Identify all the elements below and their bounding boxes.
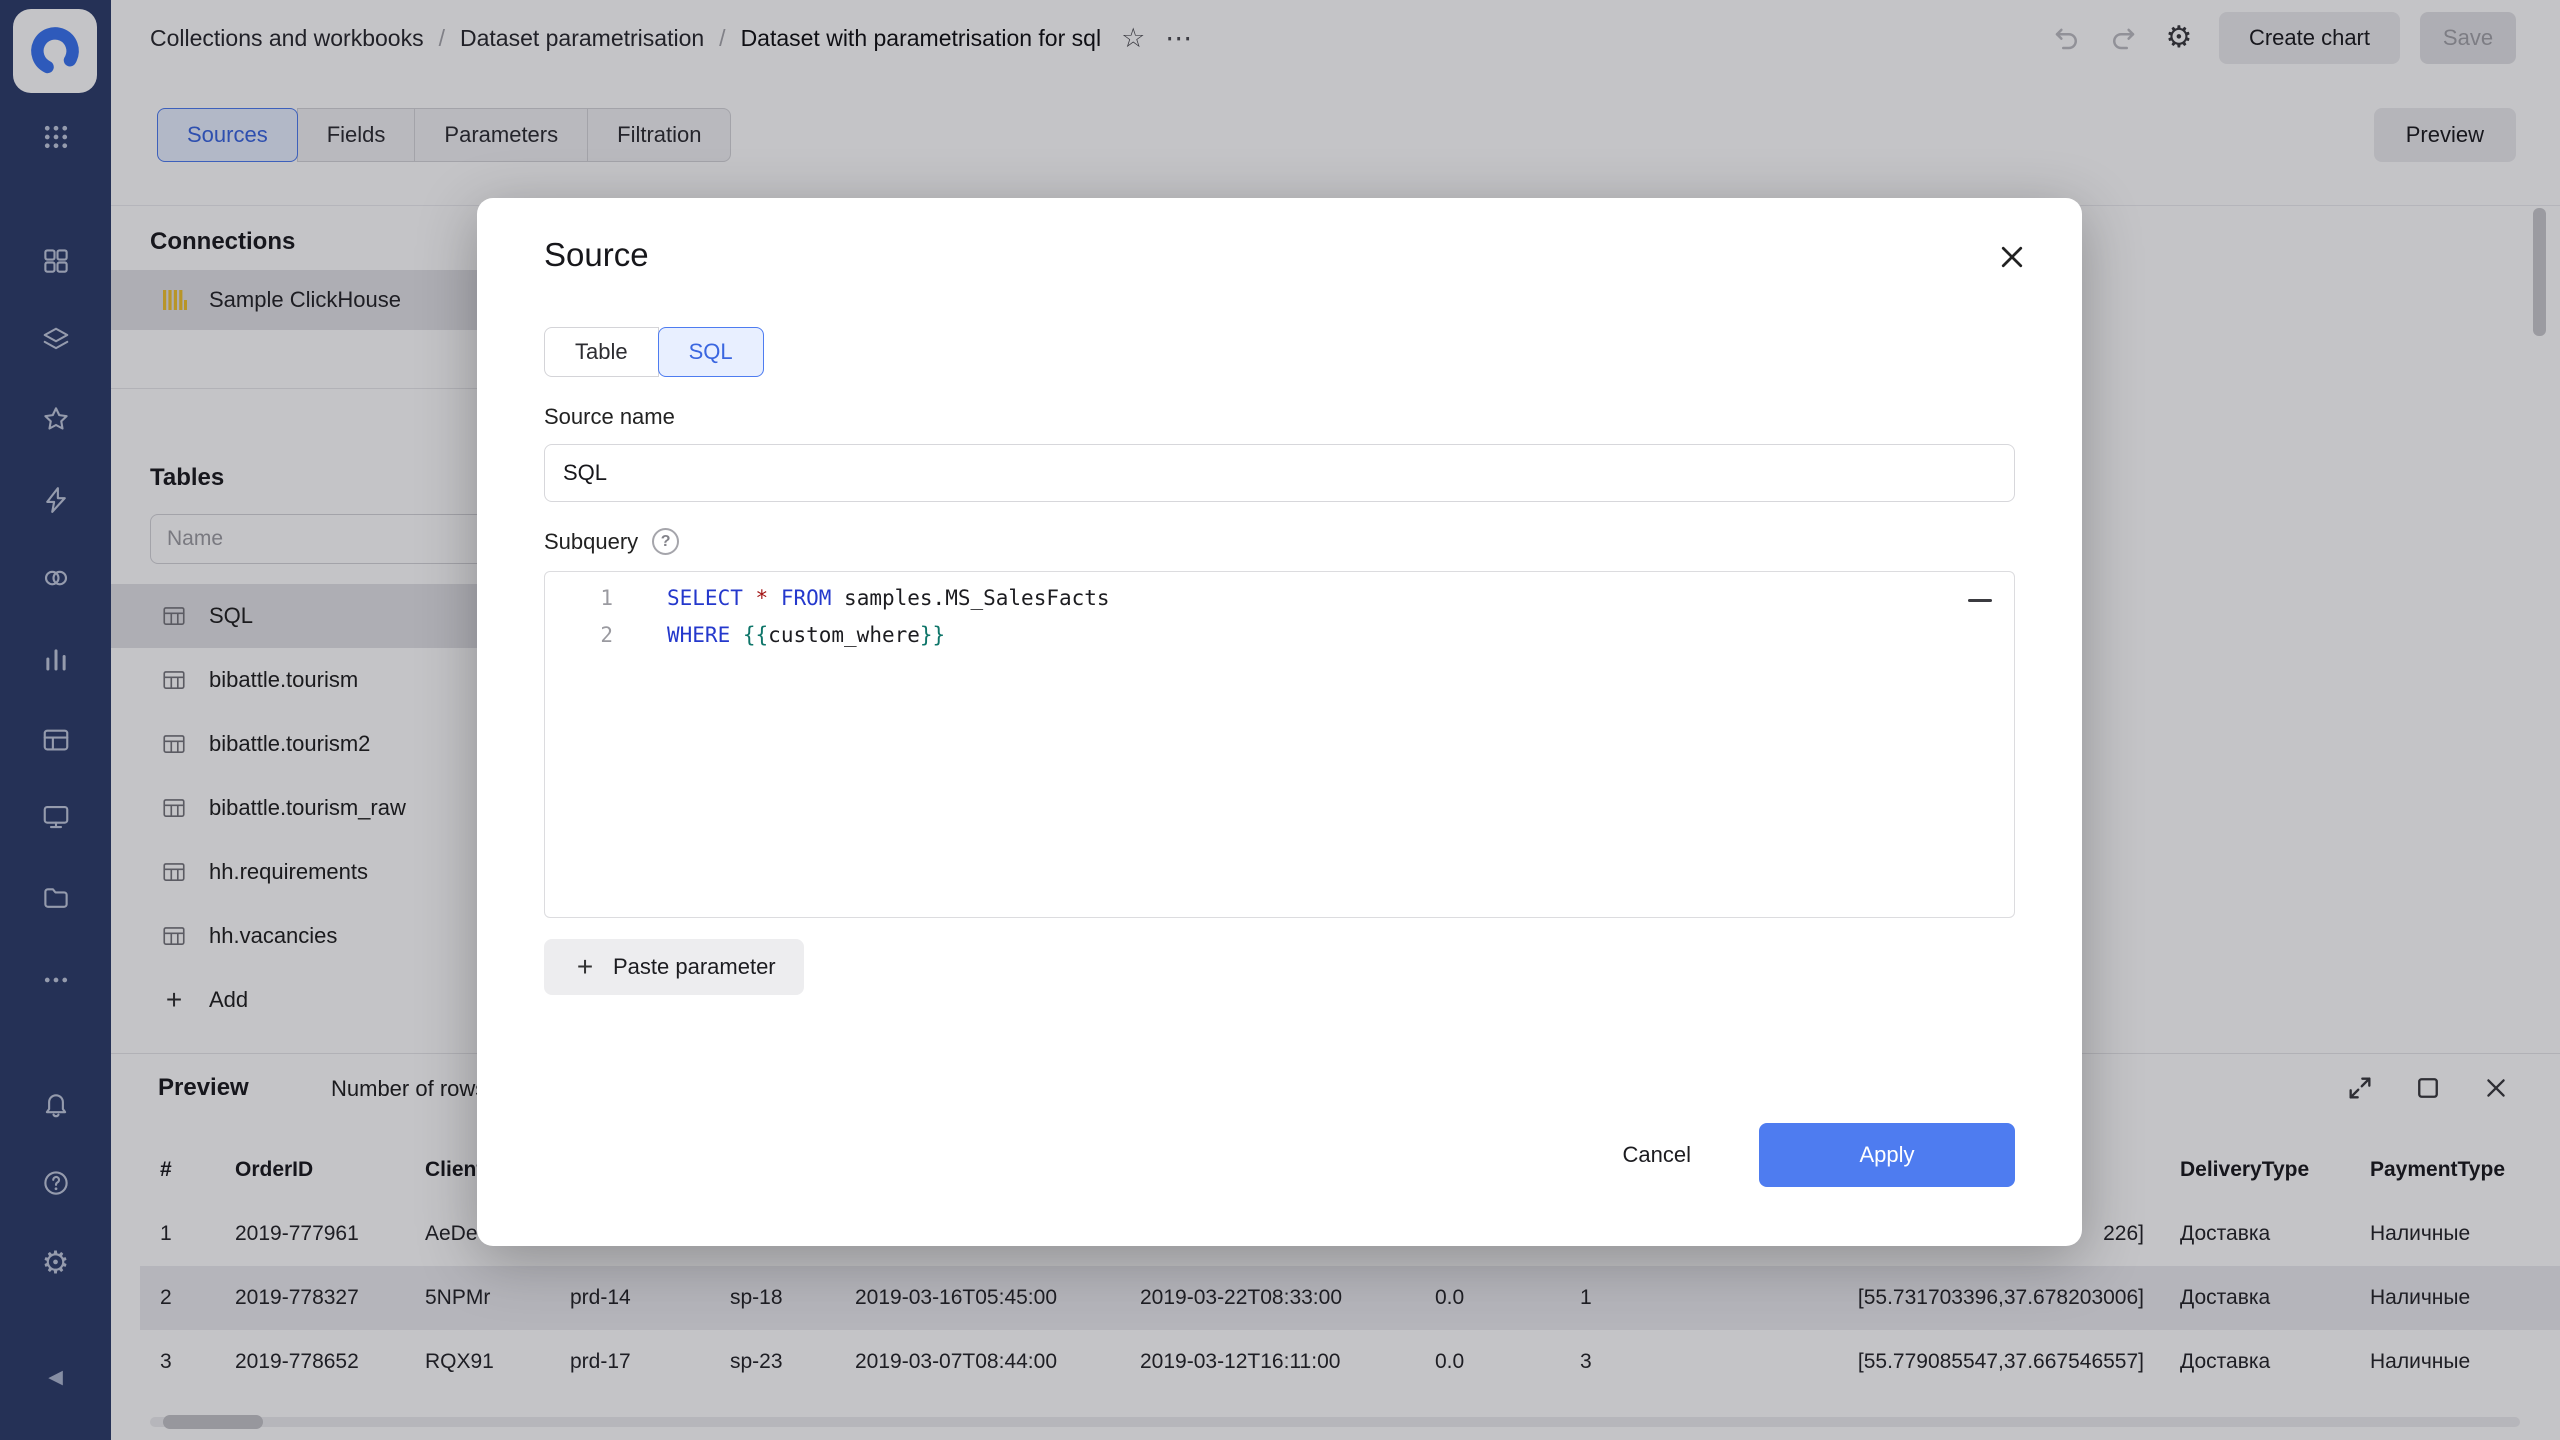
code-text: WHERE {{custom_where}} xyxy=(667,623,945,647)
source-type-tabs: Table SQL xyxy=(544,327,764,377)
source-name-input[interactable] xyxy=(544,444,2015,502)
sql-editor-lines: 1 SELECT * FROM samples.MS_SalesFacts 2 WHE… xyxy=(545,579,2014,653)
type-tab-table[interactable]: Table xyxy=(544,327,659,377)
code-text: SELECT * FROM samples.MS_SalesFacts xyxy=(667,586,1110,610)
plus-icon: + xyxy=(572,953,598,981)
modal-footer: Cancel Apply xyxy=(1589,1123,2015,1187)
apply-button[interactable]: Apply xyxy=(1759,1123,2015,1187)
code-line: 2 WHERE {{custom_where}} xyxy=(545,616,2014,653)
subquery-label: Subquery xyxy=(544,529,638,555)
source-modal: Source Table SQL Source name Subquery ? … xyxy=(477,198,2082,1246)
line-number: 1 xyxy=(545,586,613,610)
subquery-label-row: Subquery ? xyxy=(544,528,679,555)
line-number: 2 xyxy=(545,623,613,647)
sql-editor[interactable]: 1 SELECT * FROM samples.MS_SalesFacts 2 WHE… xyxy=(544,571,2015,918)
source-name-label: Source name xyxy=(544,404,675,430)
code-line: 1 SELECT * FROM samples.MS_SalesFacts xyxy=(545,579,2014,616)
cancel-button[interactable]: Cancel xyxy=(1589,1123,1725,1187)
paste-parameter-button[interactable]: + Paste parameter xyxy=(544,939,804,995)
subquery-help-icon[interactable]: ? xyxy=(652,528,679,555)
fold-indicator[interactable] xyxy=(1968,599,1992,602)
paste-parameter-label: Paste parameter xyxy=(613,954,776,980)
type-tab-sql[interactable]: SQL xyxy=(658,327,764,377)
close-icon[interactable] xyxy=(1989,234,2035,280)
modal-title: Source xyxy=(544,236,649,274)
